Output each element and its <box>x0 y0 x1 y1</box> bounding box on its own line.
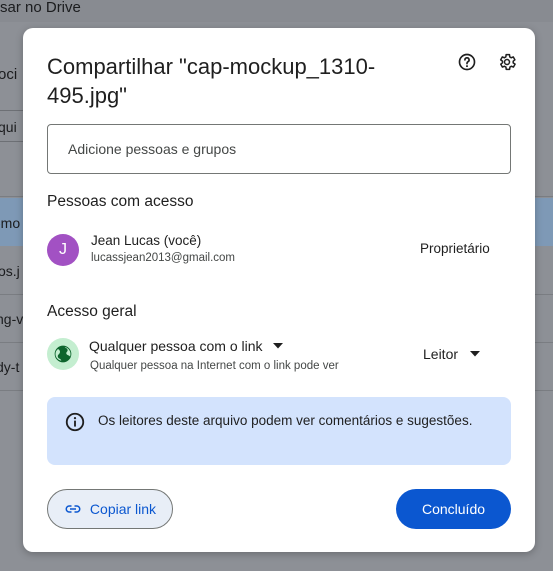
done-label: Concluído <box>421 501 486 517</box>
info-banner: Os leitores deste arquivo podem ver come… <box>47 397 511 465</box>
background-text-fragment: qui <box>0 119 17 135</box>
people-with-access-heading: Pessoas com acesso <box>47 193 194 210</box>
general-access-dropdown[interactable]: Qualquer pessoa com o link <box>89 336 283 356</box>
background-text-fragment: oci <box>0 66 18 83</box>
add-people-input[interactable] <box>47 124 511 174</box>
general-access-value: Qualquer pessoa com o link <box>89 338 263 354</box>
help-circle-icon <box>458 53 476 71</box>
copy-link-button[interactable]: Copiar link <box>47 489 173 529</box>
caret-down-icon <box>470 351 481 357</box>
person-name: Jean Lucas (você) <box>91 233 202 248</box>
share-dialog: Compartilhar "cap-mockup_1310-495.jpg" P… <box>23 28 535 552</box>
copy-link-label: Copiar link <box>89 501 157 517</box>
background-text-fragment: -mo <box>0 215 21 231</box>
info-icon <box>65 412 85 432</box>
caret-down-icon <box>272 343 283 349</box>
role-value: Leitor <box>423 346 459 362</box>
avatar: J <box>47 234 79 266</box>
general-access-description: Qualquer pessoa na Internet com o link p… <box>90 360 339 372</box>
background-text-fragment: os.j <box>0 263 20 279</box>
role-dropdown[interactable]: Leitor <box>423 344 481 364</box>
help-button[interactable] <box>455 50 479 74</box>
settings-button[interactable] <box>495 50 519 74</box>
link-icon <box>65 505 81 513</box>
done-button[interactable]: Concluído <box>396 489 511 529</box>
owner-role-label: Proprietário <box>420 241 490 256</box>
dialog-title: Compartilhar "cap-mockup_1310-495.jpg" <box>47 54 376 108</box>
background-text-fragment: ng-v <box>0 311 24 327</box>
person-email: lucassjean2013@gmail.com <box>91 252 235 264</box>
globe-icon <box>47 338 79 370</box>
background-text-fragment: dy-t <box>0 359 20 375</box>
background-topbar-text: sar no Drive <box>0 0 81 16</box>
background-topbar: sar no Drive <box>0 0 553 22</box>
general-access-heading: Acesso geral <box>47 303 137 320</box>
gear-icon <box>499 53 516 71</box>
info-banner-text: Os leitores deste arquivo podem ver come… <box>98 413 473 428</box>
